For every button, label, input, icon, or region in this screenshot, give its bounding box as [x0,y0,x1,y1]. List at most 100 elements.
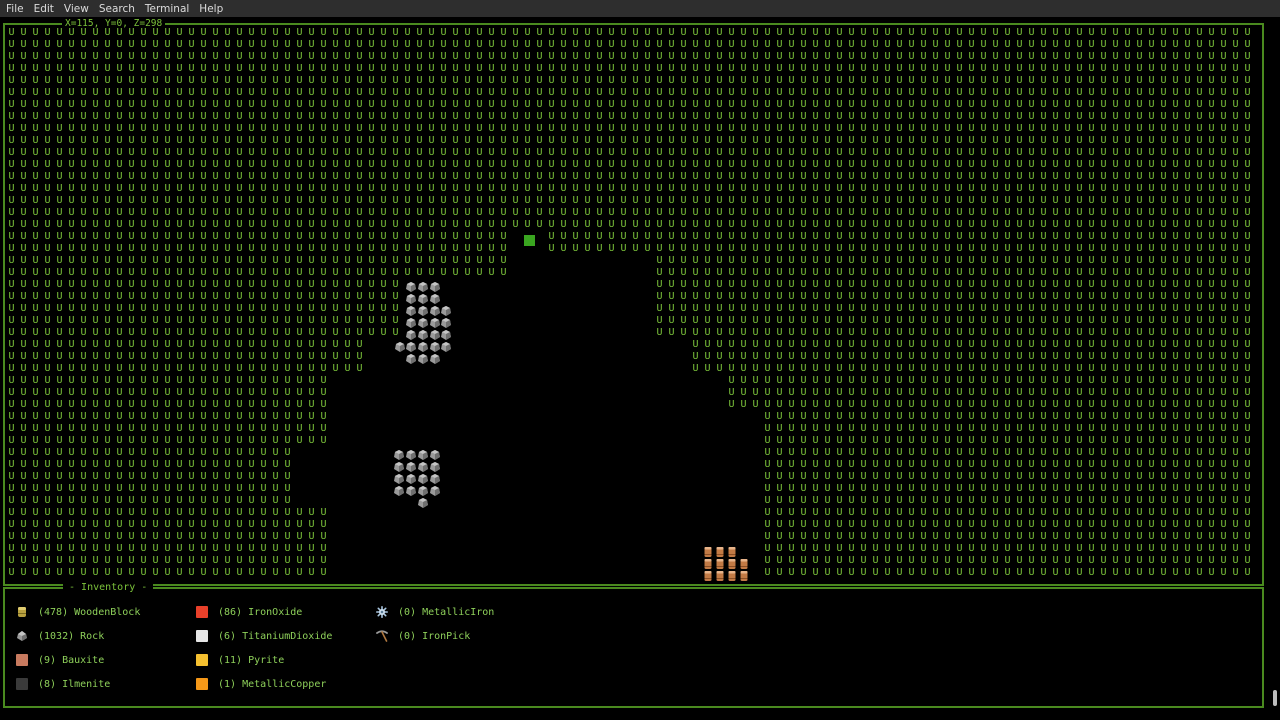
tile-row: UUUUUUUUUUUUUUUUUUUUUUUUUUUUUUUUUUUUUUUU… [9,279,1251,290]
rock-deposit[interactable] [430,294,440,304]
menu-edit[interactable]: Edit [34,3,54,15]
tile-row: UUUUUUUUUUUUUUUUUUUUUUUUUUUUUUUUUUUUUUUU… [9,231,1251,242]
wooden-block-icon [16,606,28,618]
tile-row: UUUUUUUUUUUUUUUUUUUUUUUUUUUUUUUUUUUUUUUU… [9,195,1251,206]
rock-deposit[interactable] [394,462,404,472]
tile-row: UUUUUUUUUUUUUUUUUUUUUUUUUUUUUUUUUUUUUUUU… [9,303,1251,314]
rock-deposit[interactable] [418,330,428,340]
inventory-item-bauxite[interactable]: (9) Bauxite [16,653,104,667]
menu-view[interactable]: View [64,3,89,15]
tile-row: UUUUUUUUUUUUUUUUUUUUUUUUUUUUUUUUUUUUUUUU… [9,339,1251,350]
tile-row: UUUUUUUUUUUUUUUUUUUUUUUUUUUUUUUUUUUUUUUU… [9,399,1251,410]
wood-log[interactable] [716,571,724,581]
rock-deposit[interactable] [394,450,404,460]
rock-deposit[interactable] [406,474,416,484]
inventory-item-rock[interactable]: (1032) Rock [16,629,104,643]
wood-log[interactable] [704,571,712,581]
rock-deposit[interactable] [418,486,428,496]
rock-deposit[interactable] [430,354,440,364]
inventory-item-pyrite[interactable]: (11) Pyrite [196,653,284,667]
rock-deposit[interactable] [441,342,451,352]
rock-deposit[interactable] [441,330,451,340]
tile-row: UUUUUUUUUUUUUUUUUUUUUUUUUUUUUUUUUUUUUUUU… [9,567,1251,578]
titanium-dioxide-icon [196,630,208,642]
rock-deposit[interactable] [418,354,428,364]
tile-row: UUUUUUUUUUUUUUUUUUUUUUUUUUUUUUUUUUUUUUUU… [9,483,1251,494]
rock-deposit[interactable] [430,474,440,484]
rock-deposit[interactable] [418,294,428,304]
wood-log[interactable] [728,547,736,557]
rock-deposit[interactable] [418,474,428,484]
inventory-item-metalliciron[interactable]: (0) MetallicIron [376,605,494,619]
rock-deposit[interactable] [406,306,416,316]
menu-terminal[interactable]: Terminal [145,3,189,15]
menu-file[interactable]: File [6,3,24,15]
tile-row: UUUUUUUUUUUUUUUUUUUUUUUUUUUUUUUUUUUUUUUU… [9,147,1251,158]
tile-row: UUUUUUUUUUUUUUUUUUUUUUUUUUUUUUUUUUUUUUUU… [9,75,1251,86]
iron-pick-icon [376,630,388,642]
tile-row: UUUUUUUUUUUUUUUUUUUUUUUUUUUUUUUUUUUUUUUU… [9,207,1251,218]
inventory-item-woodenblock[interactable]: (478) WoodenBlock [16,605,140,619]
rock-deposit[interactable] [406,462,416,472]
wood-log[interactable] [728,559,736,569]
rock-deposit[interactable] [430,306,440,316]
rock-deposit[interactable] [406,354,416,364]
tile-row: UUUUUUUUUUUUUUUUUUUUUUUUUUUUUUUUUUUUUUUU… [9,507,1251,518]
rock-deposits[interactable] [394,282,451,508]
wood-log[interactable] [704,559,712,569]
rock-deposit[interactable] [441,306,451,316]
inventory-item-titaniumdioxide[interactable]: (6) TitaniumDioxide [196,629,332,643]
rock-deposit[interactable] [418,462,428,472]
metallic-copper-icon [196,678,208,690]
rock-deposit[interactable] [406,330,416,340]
rock-deposit[interactable] [406,342,416,352]
wood-logs[interactable] [704,547,748,581]
rock-deposit[interactable] [406,282,416,292]
rock-deposit[interactable] [430,282,440,292]
rock-deposit[interactable] [430,318,440,328]
inventory-item-ironoxide[interactable]: (86) IronOxide [196,605,302,619]
tile-row: UUUUUUUUUUUUUUUUUUUUUUUUUUUUUUUUUUUUUUUU… [9,375,1251,386]
rock-deposit[interactable] [441,318,451,328]
rock-deposit[interactable] [406,450,416,460]
player-cursor [524,235,535,246]
tile-row: UUUUUUUUUUUUUUUUUUUUUUUUUUUUUUUUUUUUUUUU… [9,27,1251,38]
rock-deposit[interactable] [418,450,428,460]
rock-deposit[interactable] [406,486,416,496]
tile-row: UUUUUUUUUUUUUUUUUUUUUUUUUUUUUUUUUUUUUUUU… [9,315,1251,326]
rock-deposit[interactable] [430,330,440,340]
tile-row: UUUUUUUUUUUUUUUUUUUUUUUUUUUUUUUUUUUUUUUU… [9,255,1251,266]
scrollbar-thumb[interactable] [1273,690,1277,706]
rock-deposit[interactable] [430,486,440,496]
menu-search[interactable]: Search [99,3,135,15]
rock-deposit[interactable] [418,498,428,508]
inventory-item-ironpick[interactable]: (0) IronPick [376,629,470,643]
inventory-item-metalliccopper[interactable]: (1) MetallicCopper [196,677,326,691]
menu-help[interactable]: Help [199,3,223,15]
rock-deposit[interactable] [430,450,440,460]
rock-deposit[interactable] [418,342,428,352]
rock-deposit[interactable] [394,474,404,484]
rock-deposit[interactable] [418,306,428,316]
inventory-item-ilmenite[interactable]: (8) Ilmenite [16,677,110,691]
wood-log[interactable] [716,547,724,557]
tile-row: UUUUUUUUUUUUUUUUUUUUUUUUUUUUUUUUUUUUUUUU… [9,111,1251,122]
rock-deposit[interactable] [406,318,416,328]
wood-log[interactable] [728,571,736,581]
wood-log[interactable] [740,559,748,569]
game-map[interactable]: UUUUUUUUUUUUUUUUUUUUUUUUUUUUUUUUUUUUUUUU… [5,25,1262,584]
rock-deposit[interactable] [418,282,428,292]
inventory-item-label: (1) MetallicCopper [218,678,327,690]
rock-deposit[interactable] [395,342,405,352]
rock-deposit[interactable] [418,318,428,328]
wood-log[interactable] [716,559,724,569]
rock-deposit[interactable] [430,462,440,472]
wood-log[interactable] [740,571,748,581]
rock-deposit[interactable] [430,342,440,352]
tile-row: UUUUUUUUUUUUUUUUUUUUUUUUUUUUUUUUUUUUUUUU… [9,219,1251,230]
inventory-item-label: (1032) Rock [38,630,105,642]
rock-deposit[interactable] [394,486,404,496]
rock-deposit[interactable] [406,294,416,304]
wood-log[interactable] [704,547,712,557]
inventory-item-label: (11) Pyrite [218,654,285,666]
